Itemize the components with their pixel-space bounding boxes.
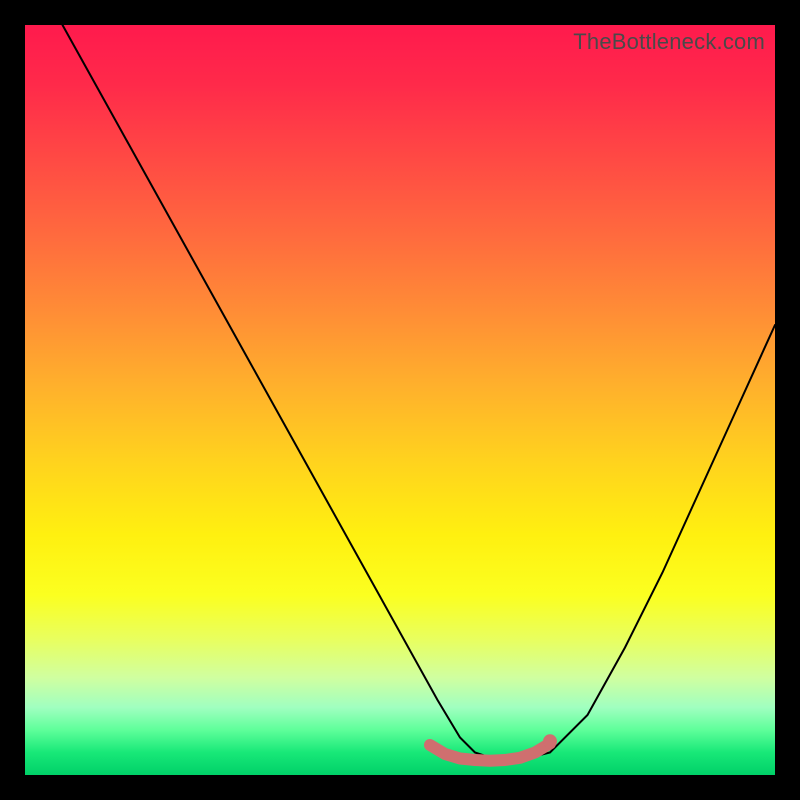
chart-area: TheBottleneck.com [25, 25, 775, 775]
bottleneck-curve-path [63, 25, 776, 760]
chart-svg [25, 25, 775, 775]
optimal-band-path [430, 744, 550, 761]
optimal-dot [543, 734, 557, 748]
